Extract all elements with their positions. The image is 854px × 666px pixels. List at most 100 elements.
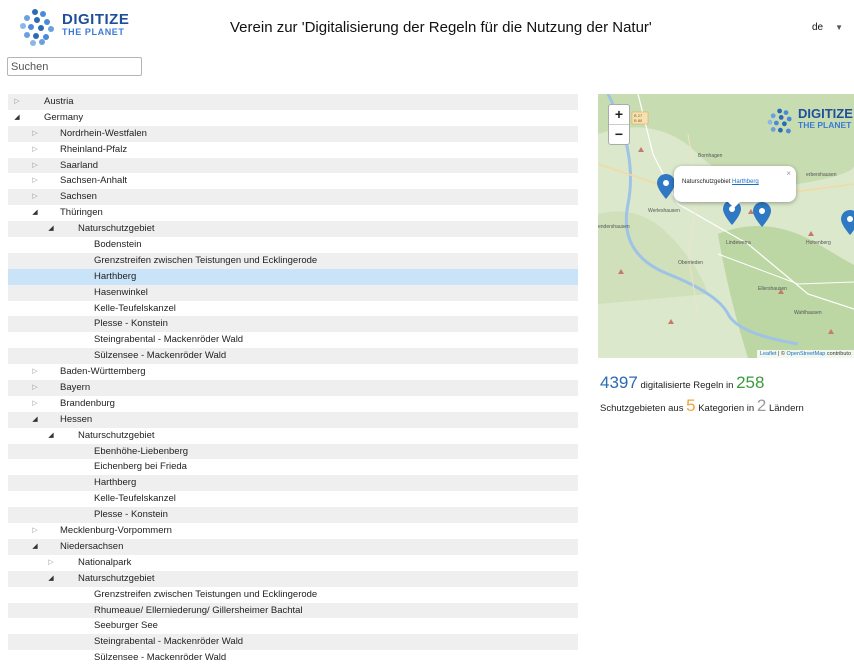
- caret-right-icon[interactable]: ▷: [30, 189, 40, 205]
- tree-row[interactable]: ◢ Thüringen: [8, 205, 578, 221]
- tree-row[interactable]: ▷ Nordrhein-Westfalen: [8, 125, 578, 142]
- caret-right-icon[interactable]: ▷: [30, 158, 40, 174]
- caret-right-icon[interactable]: ▷: [30, 142, 40, 158]
- tree-row[interactable]: ▷ Sachsen-Anhalt: [8, 173, 578, 189]
- tree-row-label: Naturschutzgebiet: [78, 223, 155, 235]
- tree-row-label: Hessen: [60, 413, 93, 425]
- tree-row-label: Rheinland-Pfalz: [60, 143, 128, 155]
- tree-row[interactable]: Harthberg: [8, 268, 578, 285]
- tree-row[interactable]: Grenzstreifen zwischen Teistungen und Ec…: [8, 587, 578, 603]
- caret-down-icon[interactable]: ◢: [30, 412, 40, 428]
- tree-row[interactable]: ▷ Sachsen: [8, 189, 578, 206]
- caret-down-icon[interactable]: ◢: [12, 110, 22, 126]
- map-place-label: Bornhagen: [698, 153, 723, 159]
- caret-down-icon[interactable]: ◢: [30, 539, 40, 555]
- tree-row[interactable]: Sülzensee - Mackenröder Wald: [8, 348, 578, 365]
- tree-row-label: Thüringen: [60, 207, 103, 219]
- countries-count: 2: [756, 396, 767, 415]
- caret-right-icon[interactable]: ▷: [46, 555, 56, 571]
- tree-row[interactable]: ◢ Germany: [8, 110, 578, 126]
- caret-right-icon[interactable]: ▷: [30, 523, 40, 539]
- caret-right-icon[interactable]: ▷: [30, 380, 40, 396]
- tree-row[interactable]: ▷ Baden-Württemberg: [8, 364, 578, 380]
- logo[interactable]: DIGITIZE THE PLANET: [18, 6, 168, 46]
- zoom-in-button[interactable]: +: [609, 105, 629, 124]
- tree-row[interactable]: Seeburger See: [8, 618, 578, 634]
- tree-row[interactable]: ◢ Naturschutzgebiet: [8, 428, 578, 444]
- tree-row[interactable]: Plesse - Konstein: [8, 316, 578, 333]
- tree-row-label: Baden-Württemberg: [60, 366, 146, 378]
- popup-link[interactable]: Harthberg: [732, 179, 759, 185]
- tree-row[interactable]: ▷ Nationalpark: [8, 555, 578, 571]
- globe-logo-icon: [766, 107, 792, 134]
- caret-right-icon[interactable]: ▷: [30, 173, 40, 189]
- tree-row[interactable]: Kelle-Teufelskanzel: [8, 301, 578, 317]
- tree-row[interactable]: ▷ Saarland: [8, 157, 578, 174]
- tree-row[interactable]: ▷ Rheinland-Pfalz: [8, 142, 578, 158]
- leaflet-link[interactable]: Leaflet: [760, 351, 777, 357]
- search-input[interactable]: [7, 57, 142, 76]
- tree-row-label: Grenzstreifen zwischen Teistungen und Ec…: [94, 254, 318, 266]
- tree-row[interactable]: ◢ Niedersachsen: [8, 538, 578, 555]
- tree-row-label: Plesse - Konstein: [94, 509, 168, 521]
- tree-row-label: Grenzstreifen zwischen Teistungen und Ec…: [94, 588, 318, 600]
- map-logo-subtitle: THE PLANET: [798, 120, 852, 130]
- tree-row[interactable]: Harthberg: [8, 475, 578, 492]
- language-value: de: [812, 22, 824, 33]
- tree-row-label: Mecklenburg-Vorpommern: [60, 525, 172, 537]
- caret-right-icon[interactable]: ▷: [30, 396, 40, 412]
- caret-down-icon[interactable]: ◢: [46, 221, 56, 237]
- tree-row[interactable]: Hasenwinkel: [8, 284, 578, 301]
- caret-down-icon[interactable]: ◢: [46, 428, 56, 444]
- tree-row[interactable]: Rhumeaue/ Ellerniederung/ Gillersheimer …: [8, 602, 578, 619]
- map-place-label: Hohenberg: [806, 240, 831, 246]
- tree-row[interactable]: ▷ Brandenburg: [8, 396, 578, 412]
- map-logo: DIGITIZE THE PLANET: [766, 100, 854, 138]
- map-place-label: Ellershausen: [758, 286, 787, 292]
- tree-row-label: Germany: [44, 111, 84, 123]
- tree-row[interactable]: Grenzstreifen zwischen Teistungen und Ec…: [8, 252, 578, 269]
- tree-row-label: Seeburger See: [94, 620, 158, 632]
- popup-text: Naturschutzgebiet: [682, 179, 731, 185]
- tree-row[interactable]: ▷ Austria: [8, 94, 578, 110]
- caret-right-icon[interactable]: ▷: [12, 94, 22, 110]
- tree-row[interactable]: Bodenstein: [8, 237, 578, 253]
- map[interactable]: Bornhagen Werleshausen Lindewerra Oberri…: [598, 94, 854, 358]
- tree-row[interactable]: ▷ Bayern: [8, 380, 578, 396]
- language-select[interactable]: de ▼: [812, 22, 854, 33]
- tree-row[interactable]: ▷ Mecklenburg-Vorpommern: [8, 523, 578, 539]
- tree-row[interactable]: Steingrabental - Mackenröder Wald: [8, 634, 578, 651]
- tree-row-label: Rhumeaue/ Ellerniederung/ Gillersheimer …: [94, 604, 303, 616]
- tree-row[interactable]: Plesse - Konstein: [8, 507, 578, 524]
- caret-down-icon[interactable]: ◢: [30, 205, 40, 221]
- stats-panel: 4397 digitalisierte Regeln in 258 Schutz…: [600, 370, 854, 416]
- tree-row-label: Sülzensee - Mackenröder Wald: [94, 350, 227, 362]
- page-title: Verein zur 'Digitalisierung der Regeln f…: [230, 19, 652, 36]
- tree-row-label: Plesse - Konstein: [94, 318, 168, 330]
- map-place-label: Werleshausen: [648, 208, 680, 214]
- caret-right-icon[interactable]: ▷: [30, 126, 40, 142]
- tree-row[interactable]: ◢ Naturschutzgebiet: [8, 221, 578, 238]
- map-place-label: Oberrieden: [678, 260, 703, 266]
- tree-row[interactable]: Eichenberg bei Frieda: [8, 459, 578, 475]
- map-attribution: Leaflet | © OpenStreetMap contributo: [756, 350, 854, 358]
- tree-row[interactable]: Ebenhöhe-Liebenberg: [8, 443, 578, 460]
- caret-right-icon[interactable]: ▷: [30, 364, 40, 380]
- tree-row[interactable]: Kelle-Teufelskanzel: [8, 491, 578, 507]
- attribution-separator: | ©: [777, 351, 785, 357]
- logo-subtitle: THE PLANET: [62, 27, 125, 37]
- tree-row-label: Sachsen: [60, 191, 97, 203]
- tree-row-label: Naturschutzgebiet: [78, 429, 155, 441]
- close-icon[interactable]: ×: [786, 169, 791, 178]
- tree-row-label: Niedersachsen: [60, 540, 124, 552]
- tree-row[interactable]: Sülzensee - Mackenröder Wald: [8, 650, 578, 666]
- tree-row-label: Hasenwinkel: [94, 286, 148, 298]
- tree-row[interactable]: Steingrabental - Mackenröder Wald: [8, 332, 578, 348]
- areas-count: 258: [736, 373, 765, 392]
- tree-row[interactable]: ◢ Naturschutzgebiet: [8, 570, 578, 587]
- tree-row-label: Steingrabental - Mackenröder Wald: [94, 334, 244, 346]
- osm-link[interactable]: OpenStreetMap: [786, 351, 825, 357]
- tree-row[interactable]: ◢ Hessen: [8, 411, 578, 428]
- zoom-out-button[interactable]: −: [609, 124, 629, 144]
- caret-down-icon[interactable]: ◢: [46, 571, 56, 587]
